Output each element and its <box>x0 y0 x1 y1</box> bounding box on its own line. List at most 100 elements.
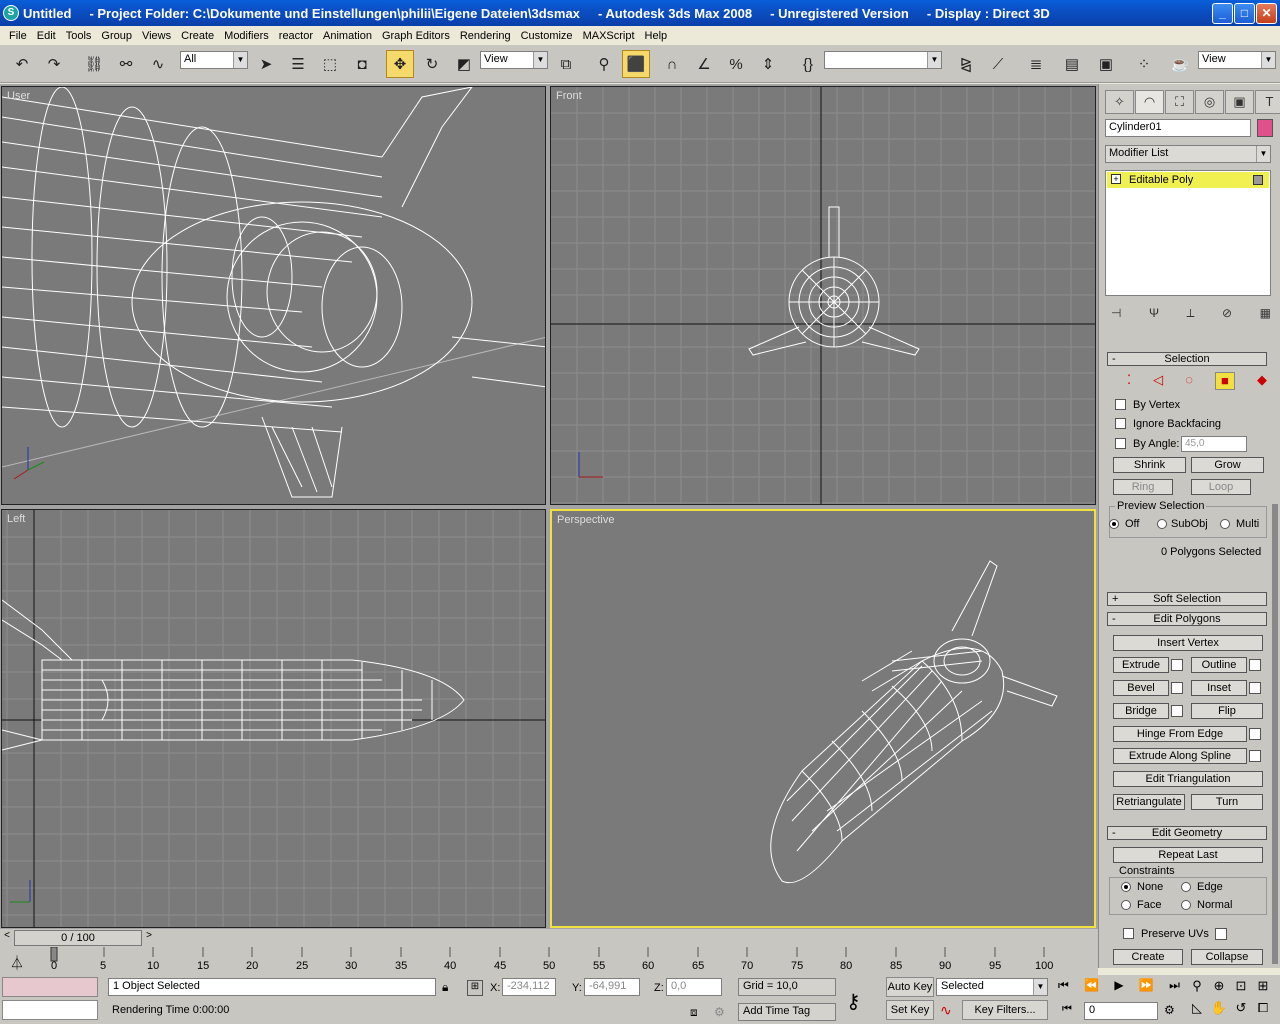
menu-edit[interactable]: Edit <box>32 30 61 42</box>
material-editor-icon[interactable]: ⁘ <box>1130 50 1158 78</box>
menu-group[interactable]: Group <box>96 30 137 42</box>
menu-views[interactable]: Views <box>137 30 176 42</box>
menu-maxscript[interactable]: MAXScript <box>578 30 640 42</box>
zoom-extents-all-icon[interactable]: ⊞ <box>1252 978 1274 1000</box>
hierarchy-tab-icon[interactable]: ⛶ <box>1165 90 1194 114</box>
key-curve-icon[interactable]: ∿ <box>940 1002 952 1019</box>
render-scene-icon[interactable]: ☕ <box>1166 50 1194 78</box>
repeat-last-button[interactable]: Repeat Last <box>1113 847 1263 863</box>
zoom-icon[interactable]: ⚲ <box>1186 978 1208 1000</box>
expand-icon[interactable]: + <box>1111 174 1121 184</box>
menu-reactor[interactable]: reactor <box>274 30 318 42</box>
inset-button[interactable]: Inset <box>1191 680 1247 696</box>
selection-rollout-header[interactable]: - Selection <box>1107 352 1267 366</box>
soft-selection-rollout-header[interactable]: + Soft Selection <box>1107 592 1267 606</box>
remove-modifier-icon[interactable]: ⊘ <box>1222 306 1232 324</box>
layer-manager-icon[interactable]: ≣ <box>1022 50 1050 78</box>
bridge-settings-icon[interactable] <box>1171 705 1183 717</box>
select-and-move-icon[interactable]: ✥ <box>386 50 414 78</box>
previous-frame-icon[interactable]: ⏪ <box>1084 978 1099 998</box>
hinge-settings-icon[interactable] <box>1249 728 1261 740</box>
select-and-link-icon[interactable]: ⛓ <box>80 50 108 78</box>
shrink-button[interactable]: Shrink <box>1113 457 1186 473</box>
time-configuration-icon[interactable]: ⚙ <box>1164 1003 1175 1017</box>
edit-named-selections-icon[interactable]: {} <box>794 50 822 78</box>
pivot-center-icon[interactable]: ⧉ <box>552 50 580 78</box>
select-and-scale-icon[interactable]: ◩ <box>450 50 478 78</box>
key-icon[interactable]: ⚷ <box>846 989 861 1014</box>
maximize-viewport-icon[interactable]: ⧠ <box>1252 1000 1274 1022</box>
by-angle-spinner[interactable]: 45,0 <box>1181 436 1247 452</box>
maximize-button[interactable]: □ <box>1234 3 1255 24</box>
display-tab-icon[interactable]: ▣ <box>1225 90 1254 114</box>
motion-tab-icon[interactable]: ◎ <box>1195 90 1224 114</box>
unlink-icon[interactable]: ⚯ <box>112 50 140 78</box>
ring-button[interactable]: Ring <box>1113 479 1173 495</box>
transform-type-in-icon[interactable]: ⊞ <box>467 980 483 996</box>
menu-create[interactable]: Create <box>176 30 219 42</box>
close-button[interactable]: ✕ <box>1256 3 1277 24</box>
utilities-tab-icon[interactable]: T <box>1255 90 1280 114</box>
adaptive-degradation-icon[interactable]: ⚙ <box>714 1005 732 1021</box>
viewport-perspective[interactable]: Perspective <box>550 509 1096 928</box>
vertex-icon[interactable]: ⁚ <box>1127 372 1131 390</box>
viewport-left[interactable]: Left <box>1 509 546 928</box>
bind-to-space-warp-icon[interactable]: ∿ <box>144 50 172 78</box>
hinge-from-edge-button[interactable]: Hinge From Edge <box>1113 726 1247 742</box>
menu-animation[interactable]: Animation <box>318 30 377 42</box>
polygon-icon[interactable]: ■ <box>1214 372 1235 390</box>
stack-item-toggle-icon[interactable] <box>1253 175 1263 185</box>
by-angle-checkbox[interactable] <box>1115 438 1126 449</box>
time-tag-icon[interactable]: ⧈ <box>690 1005 708 1021</box>
zoom-extents-icon[interactable]: ⊡ <box>1230 978 1252 1000</box>
edge-icon[interactable]: ◁ <box>1153 372 1163 390</box>
spinner-snap-icon[interactable]: ⇕ <box>754 50 782 78</box>
time-slider[interactable]: 0 / 100 <box>14 930 142 946</box>
menu-graph-editors[interactable]: Graph Editors <box>377 30 455 42</box>
menu-help[interactable]: Help <box>640 30 673 42</box>
snaps-toggle-icon[interactable]: ∩ <box>658 50 686 78</box>
zoom-all-icon[interactable]: ⊕ <box>1208 978 1230 1000</box>
object-color-swatch[interactable] <box>1257 119 1273 137</box>
menu-file[interactable]: File <box>4 30 32 42</box>
edit-polygons-rollout-header[interactable]: - Edit Polygons <box>1107 612 1267 626</box>
grow-button[interactable]: Grow <box>1191 457 1264 473</box>
extrude-along-spline-button[interactable]: Extrude Along Spline <box>1113 748 1247 764</box>
viewport-front[interactable]: Front <box>550 86 1096 505</box>
bridge-button[interactable]: Bridge <box>1113 703 1169 719</box>
extrude-spline-settings-icon[interactable] <box>1249 750 1261 762</box>
modifier-stack[interactable]: + Editable Poly <box>1105 170 1271 296</box>
modifier-list-dropdown[interactable]: Modifier List ▼ <box>1105 145 1271 163</box>
lock-icon[interactable]: 🔒︎ <box>442 980 448 995</box>
reference-coordinate-dropdown[interactable]: View ▼ <box>480 51 548 69</box>
maxscript-listener-field[interactable] <box>2 977 98 997</box>
bevel-settings-icon[interactable] <box>1171 682 1183 694</box>
constraint-face-radio[interactable] <box>1121 900 1131 910</box>
auto-key-button[interactable]: Auto Key <box>886 977 934 997</box>
go-to-start-icon[interactable]: ⏮ <box>1058 978 1069 998</box>
preview-off-radio[interactable] <box>1109 519 1119 529</box>
next-frame-icon[interactable]: ⏩ <box>1139 978 1154 998</box>
outline-button[interactable]: Outline <box>1191 657 1247 673</box>
outline-settings-icon[interactable] <box>1249 659 1261 671</box>
align-icon[interactable]: ⟋ <box>984 50 1012 78</box>
turn-button[interactable]: Turn <box>1191 794 1263 810</box>
key-mode-dropdown[interactable]: Selected ▼ <box>936 978 1048 996</box>
redo-icon[interactable]: ↷ <box>40 50 68 78</box>
selection-filter-dropdown[interactable]: All ▼ <box>180 51 248 69</box>
viewport-label-left[interactable]: Left <box>7 513 25 525</box>
insert-vertex-button[interactable]: Insert Vertex <box>1113 635 1263 651</box>
menu-customize[interactable]: Customize <box>516 30 578 42</box>
show-end-result-icon[interactable]: Ψ <box>1149 306 1159 324</box>
keyboard-shortcut-override-icon[interactable]: ⬛ <box>622 50 650 78</box>
command-panel-scrollbar[interactable] <box>1272 504 1278 964</box>
add-time-tag[interactable]: Add Time Tag <box>738 1003 836 1021</box>
flip-button[interactable]: Flip <box>1191 703 1263 719</box>
current-frame-spinner[interactable]: 0 <box>1084 1002 1158 1020</box>
select-object-icon[interactable]: ➤ <box>252 50 280 78</box>
preview-subobj-radio[interactable] <box>1157 519 1167 529</box>
play-icon[interactable]: ▶ <box>1114 978 1123 998</box>
select-by-name-icon[interactable]: ☰ <box>284 50 312 78</box>
menu-rendering[interactable]: Rendering <box>455 30 516 42</box>
set-key-button[interactable]: Set Key <box>886 1000 934 1020</box>
